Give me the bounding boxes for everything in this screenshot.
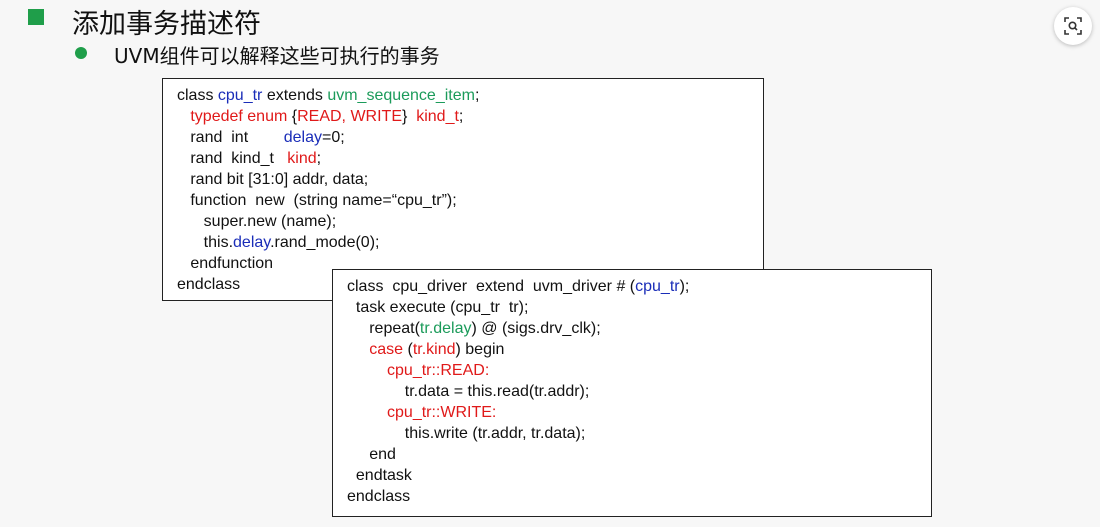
code-line: end <box>347 444 931 465</box>
code-token: } <box>401 108 417 125</box>
code-token: cpu_tr::READ: <box>387 362 490 379</box>
lens-search-glyph <box>1064 17 1082 35</box>
code-token: rand bit [31:0] addr, data; <box>177 171 369 188</box>
code-token: kind_t <box>416 108 459 125</box>
code-token: ) begin <box>455 341 505 358</box>
lens-search-icon[interactable] <box>1054 7 1092 45</box>
code-line: repeat(tr.delay) @ (sigs.drv_clk); <box>347 318 931 339</box>
code-token: cpu_tr <box>635 278 680 295</box>
code-line: rand int delay=0; <box>177 127 763 148</box>
code-line: task execute (cpu_tr tr); <box>347 297 931 318</box>
code-line: this.delay.rand_mode(0); <box>177 232 763 253</box>
code-line: class cpu_driver extend uvm_driver # (cp… <box>347 276 931 297</box>
slide-title: 添加事务描述符 <box>72 9 261 40</box>
code-token: endtask <box>347 467 412 484</box>
code-token: typedef enum <box>190 108 292 125</box>
square-bullet-icon <box>28 9 44 25</box>
code-line: endtask <box>347 465 931 486</box>
code-token: this. <box>177 234 234 251</box>
code-line: typedef enum {READ, WRITE} kind_t; <box>177 106 763 127</box>
code-token: ( <box>403 341 413 358</box>
code-token: READ, WRITE <box>297 108 402 125</box>
code-token: tr.data = this.read(tr.addr); <box>347 383 590 400</box>
code-token: case <box>369 341 404 358</box>
code-line: class cpu_tr extends uvm_sequence_item; <box>177 85 763 106</box>
code-token: this.write (tr.addr, tr.data); <box>347 425 586 442</box>
code-token: function new (string name=“cpu_tr”); <box>177 192 457 209</box>
code-token: ) @ (sigs.drv_clk); <box>471 320 601 337</box>
code-token: endfunction <box>177 255 274 272</box>
code-token: kind <box>287 150 317 167</box>
code-token: ; <box>458 108 464 125</box>
code-token: uvm_sequence_item <box>327 87 475 104</box>
circle-bullet-icon <box>75 47 87 59</box>
code-token: rand kind_t <box>177 150 288 167</box>
code-token: delay <box>233 234 271 251</box>
code-line: case (tr.kind) begin <box>347 339 931 360</box>
code-line: function new (string name=“cpu_tr”); <box>177 190 763 211</box>
code-token: repeat( <box>347 320 420 337</box>
slide-subtitle: UVM组件可以解释这些可执行的事务 <box>114 44 440 68</box>
code-token: endclass <box>347 488 411 505</box>
code-token: ; <box>316 150 322 167</box>
code-line: rand kind_t kind; <box>177 148 763 169</box>
code-token: class <box>177 87 218 104</box>
code-token: tr.kind <box>412 341 456 358</box>
code-token: .rand_mode(0); <box>270 234 380 251</box>
code-line: tr.data = this.read(tr.addr); <box>347 381 931 402</box>
code-token: tr.delay <box>419 320 472 337</box>
code-block-cpu-driver: class cpu_driver extend uvm_driver # (cp… <box>332 269 932 517</box>
code-token: task execute (cpu_tr tr); <box>347 299 529 316</box>
code-token: cpu_tr <box>217 87 263 104</box>
code-token: cpu_tr::WRITE: <box>387 404 497 421</box>
code-line: cpu_tr::WRITE: <box>347 402 931 423</box>
code-token: ); <box>679 278 690 295</box>
code-line: endclass <box>347 486 931 507</box>
code-line: rand bit [31:0] addr, data; <box>177 169 763 190</box>
code-line: this.write (tr.addr, tr.data); <box>347 423 931 444</box>
slide: 添加事务描述符 UVM组件可以解释这些可执行的事务 class cpu_tr e… <box>0 0 1100 527</box>
code-token: delay <box>283 129 322 146</box>
code-token: class cpu_driver extend uvm_driver # ( <box>347 278 636 295</box>
code-block-cpu-tr: class cpu_tr extends uvm_sequence_item; … <box>162 78 764 301</box>
code-token: end <box>347 446 396 463</box>
code-token: endclass <box>177 276 241 293</box>
code-line: super.new (name); <box>177 211 763 232</box>
code-token: ; <box>474 87 480 104</box>
code-token: =0; <box>321 129 345 146</box>
code-token: super.new (name); <box>177 213 337 230</box>
code-token: extends <box>262 87 328 104</box>
code-line: cpu_tr::READ: <box>347 360 931 381</box>
code-token: rand int <box>177 129 284 146</box>
